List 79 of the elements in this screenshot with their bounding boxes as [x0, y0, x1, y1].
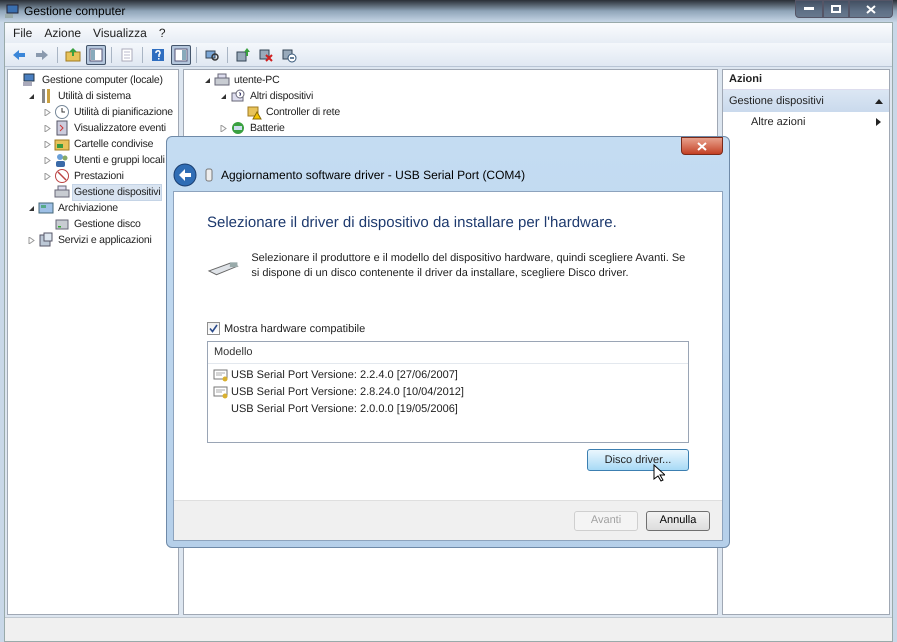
- update-driver-icon: [235, 46, 251, 62]
- tree-item[interactable]: Visualizzatore eventi: [72, 120, 168, 136]
- dialog-description: Selezionare il produttore e il modello del dispositivo hardware, quindi scegliere Avanti. Se si dispone di un disco contenente il driver da installare, scegliere Disco driver.: [251, 250, 686, 280]
- expand-arrow-icon[interactable]: [220, 124, 226, 132]
- collapse-arrow-icon[interactable]: [220, 92, 226, 100]
- tree-item[interactable]: utente-PC: [232, 72, 282, 88]
- event-log-icon: [54, 120, 70, 136]
- battery-icon: [230, 120, 246, 136]
- tree-item[interactable]: Utilità di sistema: [56, 88, 133, 104]
- model-row[interactable]: USB Serial Port Versione: 2.2.4.0 [27/06/2007]: [230, 367, 459, 384]
- close-icon: [697, 142, 707, 150]
- collapse-arrow-icon[interactable]: [28, 204, 34, 212]
- maximize-button[interactable]: [823, 0, 849, 18]
- checkbox-label: Mostra hardware compatibile: [224, 322, 366, 336]
- tree-item[interactable]: Gestione disco: [72, 216, 143, 232]
- tree-item[interactable]: Gestione dispositivi: [72, 184, 162, 200]
- disable-device-icon: [281, 46, 297, 62]
- section-header[interactable]: Gestione dispositivi: [723, 90, 889, 112]
- dialog-close-button[interactable]: [681, 137, 723, 155]
- usb-plug-icon: [205, 168, 213, 182]
- menu-item[interactable]: File: [9, 24, 36, 42]
- expand-arrow-icon[interactable]: [28, 236, 34, 244]
- device-icon: [214, 72, 230, 88]
- storage-icon: [38, 200, 54, 216]
- disk-driver-button[interactable]: Disco driver...: [587, 449, 689, 471]
- action-item[interactable]: Altre azioni: [723, 112, 889, 132]
- tree-item[interactable]: Gestione computer (locale): [40, 72, 165, 88]
- collapse-arrow-icon[interactable]: [28, 92, 34, 100]
- model-row[interactable]: USB Serial Port Versione: 2.0.0.0 [19/05/2006]: [230, 401, 459, 418]
- tree-item[interactable]: Servizi e applicazioni: [56, 232, 154, 248]
- expand-arrow-icon[interactable]: [44, 172, 50, 180]
- checkbox[interactable]: [207, 322, 220, 336]
- warning-device-icon: [246, 104, 262, 120]
- submenu-arrow-icon: [876, 118, 881, 126]
- tree-item[interactable]: Prestazioni: [72, 168, 126, 184]
- services-icon: [38, 232, 54, 248]
- expand-arrow-icon[interactable]: [44, 156, 50, 164]
- tree-item[interactable]: Cartelle condivise: [72, 136, 156, 152]
- dialog-button[interactable]: Annulla: [646, 510, 710, 530]
- menu-item[interactable]: Visualizza: [89, 24, 151, 42]
- action-pane-button[interactable]: [171, 44, 191, 64]
- expand-arrow-icon[interactable]: [44, 124, 50, 132]
- expand-arrow-icon[interactable]: [44, 140, 50, 148]
- window-title: Gestione computer: [24, 3, 126, 20]
- minimize-button[interactable]: [795, 0, 823, 18]
- tree-pane-button[interactable]: [86, 44, 106, 64]
- tree-item[interactable]: Controller di rete: [264, 104, 342, 120]
- menu-item[interactable]: ?: [154, 24, 170, 42]
- model-row[interactable]: USB Serial Port Versione: 2.8.24.0 [10/04/2012]: [230, 384, 465, 401]
- mouse-cursor-icon: [653, 464, 665, 482]
- device-icon: [54, 184, 70, 200]
- folder-up-icon: [65, 46, 81, 62]
- computer-management-icon: [4, 3, 20, 19]
- menu-item[interactable]: Azione: [40, 24, 86, 42]
- no-entry-icon: [54, 168, 70, 184]
- collapse-arrow-icon[interactable]: [204, 76, 210, 84]
- unknown-device-icon: [230, 88, 246, 104]
- dialog-heading: Selezionare il driver di dispositivo da installare per l'hardware.: [207, 213, 618, 233]
- dialog-title: Aggiornamento software driver - USB Serial Port (COM4): [221, 167, 526, 184]
- clock-icon: [54, 104, 70, 120]
- tree-pane-icon: [88, 46, 104, 62]
- back-button[interactable]: [173, 163, 197, 187]
- uninstall-icon: [258, 46, 274, 62]
- tree-item[interactable]: Utilità di pianificazione: [72, 104, 175, 120]
- column-header[interactable]: Modello: [208, 342, 688, 364]
- action-pane-icon: [173, 46, 189, 62]
- tree-item[interactable]: Altri dispositivi: [248, 88, 316, 104]
- tree-item[interactable]: Batterie: [248, 120, 287, 136]
- close-icon: [866, 4, 876, 14]
- tree-item[interactable]: Archiviazione: [56, 200, 120, 216]
- maximize-icon: [831, 5, 841, 13]
- minimize-icon: [804, 7, 814, 11]
- help-icon: [150, 46, 166, 62]
- section-title: Gestione dispositivi: [729, 94, 824, 109]
- tree-item[interactable]: Utenti e gruppi locali: [72, 152, 167, 168]
- close-button[interactable]: [849, 0, 893, 18]
- expand-arrow-icon[interactable]: [44, 108, 50, 116]
- properties-icon: [119, 46, 135, 62]
- users-icon: [54, 152, 70, 168]
